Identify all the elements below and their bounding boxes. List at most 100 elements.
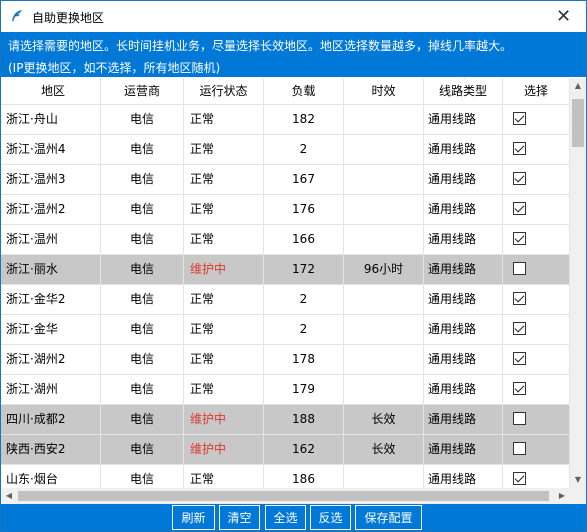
cell-expire xyxy=(344,315,424,344)
checkbox-icon[interactable] xyxy=(513,352,526,365)
column-header-expire[interactable]: 时效 xyxy=(344,78,424,105)
invert-selection-button[interactable]: 反选 xyxy=(310,505,351,530)
cell-load: 162 xyxy=(264,435,344,464)
close-icon[interactable]: ✕ xyxy=(541,1,586,32)
cell-expire xyxy=(344,345,424,374)
cell-region: 陕西·西安2 xyxy=(1,435,101,464)
column-header-status[interactable]: 运行状态 xyxy=(184,78,264,105)
cell-region: 四川·成都2 xyxy=(1,405,101,434)
cell-region: 浙江·湖州2 xyxy=(1,345,101,374)
table-row[interactable]: 浙江·湖州2 电信 正常 178 通用线路 xyxy=(1,345,570,375)
checkbox-icon[interactable] xyxy=(513,412,526,425)
vertical-scrollbar[interactable]: ▲ ▼ xyxy=(570,78,586,488)
cell-region: 山东·烟台 xyxy=(1,465,101,488)
column-header-line-type[interactable]: ^ 线路类型 xyxy=(424,78,503,105)
cell-carrier: 电信 xyxy=(101,225,184,254)
checkbox-icon[interactable] xyxy=(513,172,526,185)
table-row[interactable]: 浙江·舟山 电信 正常 182 通用线路 xyxy=(1,105,570,135)
cell-select xyxy=(503,165,570,194)
notice-line-1: 请选择需要的地区。长时间挂机业务，尽量选择长效地区。地区选择数量越多，掉线几率越… xyxy=(8,39,513,53)
column-header-region[interactable]: 地区 xyxy=(1,78,101,105)
table-row[interactable]: 浙江·温州3 电信 正常 167 通用线路 xyxy=(1,165,570,195)
cell-select xyxy=(503,225,570,254)
cell-select xyxy=(503,375,570,404)
cell-load: 182 xyxy=(264,105,344,134)
cell-load: 2 xyxy=(264,315,344,344)
table-row[interactable]: 浙江·温州4 电信 正常 2 通用线路 xyxy=(1,135,570,165)
cell-expire xyxy=(344,285,424,314)
cell-expire xyxy=(344,165,424,194)
checkbox-icon[interactable] xyxy=(513,442,526,455)
cell-status: 正常 xyxy=(184,315,264,344)
cell-status: 正常 xyxy=(184,465,264,488)
horizontal-scroll-thumb[interactable] xyxy=(18,491,549,501)
column-header-select[interactable]: 选择 xyxy=(503,78,570,105)
scroll-up-arrow-icon[interactable]: ▲ xyxy=(570,78,586,94)
cell-region: 浙江·温州2 xyxy=(1,195,101,224)
column-header-carrier[interactable]: 运营商 xyxy=(101,78,184,105)
cell-carrier: 电信 xyxy=(101,135,184,164)
cell-region: 浙江·金华2 xyxy=(1,285,101,314)
scroll-left-arrow-icon[interactable]: ◀ xyxy=(1,488,17,504)
scroll-down-arrow-icon[interactable]: ▼ xyxy=(570,472,586,488)
checkbox-icon[interactable] xyxy=(513,292,526,305)
checkbox-icon[interactable] xyxy=(513,202,526,215)
dialog-window: 自助更换地区 ✕ 请选择需要的地区。长时间挂机业务，尽量选择长效地区。地区选择数… xyxy=(0,0,587,532)
refresh-button[interactable]: 刷新 xyxy=(172,505,215,530)
table-row[interactable]: 浙江·金华 电信 正常 2 通用线路 xyxy=(1,315,570,345)
cell-expire xyxy=(344,465,424,488)
cell-expire xyxy=(344,105,424,134)
checkbox-icon[interactable] xyxy=(513,112,526,125)
scrollbar-corner xyxy=(570,488,586,504)
cell-carrier: 电信 xyxy=(101,255,184,284)
column-header-load[interactable]: 负载 xyxy=(264,78,344,105)
checkbox-icon[interactable] xyxy=(513,322,526,335)
cell-expire: 96小时 xyxy=(344,255,424,284)
checkbox-icon[interactable] xyxy=(513,232,526,245)
title-bar: 自助更换地区 ✕ xyxy=(1,1,586,32)
cell-carrier: 电信 xyxy=(101,465,184,488)
table-row[interactable]: 浙江·温州2 电信 正常 176 通用线路 xyxy=(1,195,570,225)
cell-load: 178 xyxy=(264,345,344,374)
cell-load: 172 xyxy=(264,255,344,284)
table-row[interactable]: 浙江·丽水 电信 维护中 172 96小时 通用线路 xyxy=(1,255,570,285)
cell-load: 2 xyxy=(264,135,344,164)
cell-select xyxy=(503,435,570,464)
checkbox-icon[interactable] xyxy=(513,142,526,155)
save-config-button[interactable]: 保存配置 xyxy=(355,505,422,530)
cell-region: 浙江·舟山 xyxy=(1,105,101,134)
cell-region: 浙江·湖州 xyxy=(1,375,101,404)
cell-expire xyxy=(344,135,424,164)
cell-status: 维护中 xyxy=(184,255,264,284)
clear-button[interactable]: 清空 xyxy=(219,505,260,530)
cell-line-type: 通用线路 xyxy=(424,225,503,254)
cell-carrier: 电信 xyxy=(101,165,184,194)
cell-status: 正常 xyxy=(184,135,264,164)
cell-status: 正常 xyxy=(184,165,264,194)
horizontal-scrollbar[interactable]: ◀ ▶ xyxy=(1,488,570,504)
column-header-line-type-label: 线路类型 xyxy=(438,84,487,98)
sort-ascending-icon: ^ xyxy=(459,78,467,84)
table-row[interactable]: 浙江·金华2 电信 正常 2 通用线路 xyxy=(1,285,570,315)
table-row[interactable]: 浙江·温州 电信 正常 166 通用线路 xyxy=(1,225,570,255)
scroll-right-arrow-icon[interactable]: ▶ xyxy=(554,488,570,504)
cell-expire xyxy=(344,375,424,404)
cell-select xyxy=(503,345,570,374)
cell-carrier: 电信 xyxy=(101,285,184,314)
cell-carrier: 电信 xyxy=(101,405,184,434)
cell-status: 正常 xyxy=(184,375,264,404)
vertical-scroll-thumb[interactable] xyxy=(572,99,584,147)
table-row[interactable]: 四川·成都2 电信 维护中 188 长效 通用线路 xyxy=(1,405,570,435)
checkbox-icon[interactable] xyxy=(513,472,526,485)
select-all-button[interactable]: 全选 xyxy=(265,505,306,530)
cell-carrier: 电信 xyxy=(101,375,184,404)
cell-select xyxy=(503,135,570,164)
table-row[interactable]: 陕西·西安2 电信 维护中 162 长效 通用线路 xyxy=(1,435,570,465)
cell-status: 正常 xyxy=(184,225,264,254)
table-row[interactable]: 浙江·湖州 电信 正常 179 通用线路 xyxy=(1,375,570,405)
cell-line-type: 通用线路 xyxy=(424,315,503,344)
cell-select xyxy=(503,195,570,224)
table-row[interactable]: 山东·烟台 电信 正常 186 通用线路 xyxy=(1,465,570,488)
checkbox-icon[interactable] xyxy=(513,382,526,395)
checkbox-icon[interactable] xyxy=(513,262,526,275)
